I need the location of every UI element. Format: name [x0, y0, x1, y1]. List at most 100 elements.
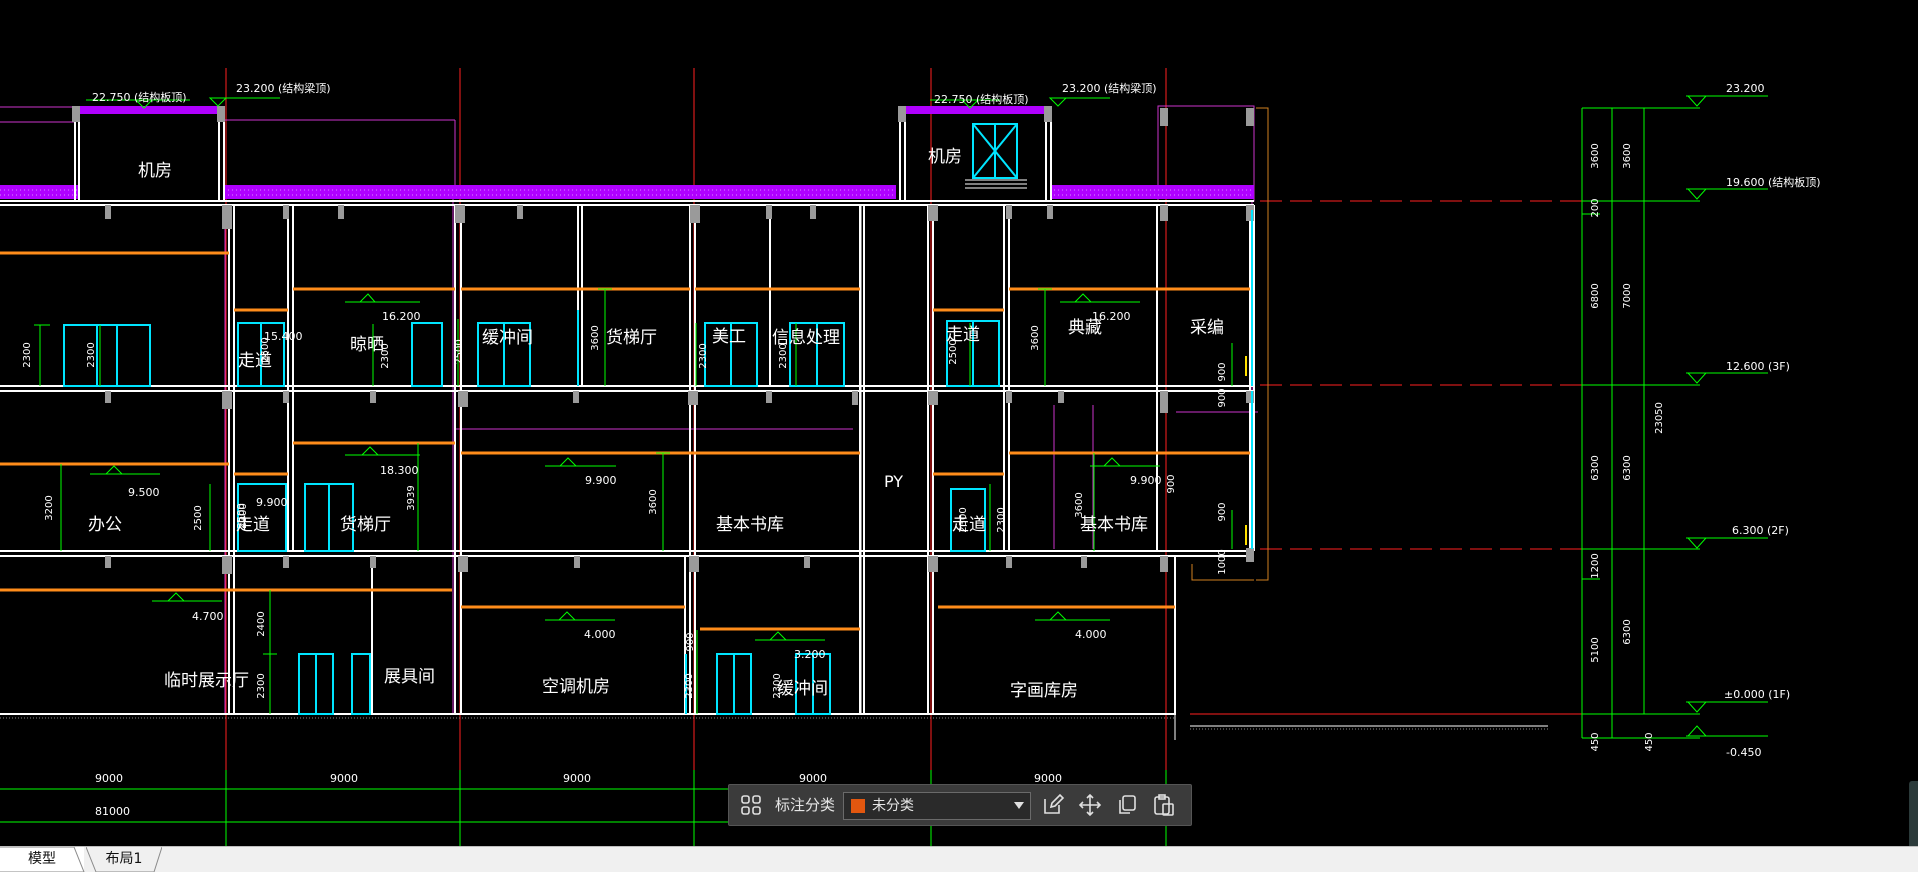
right-dimension: 450	[1590, 732, 1601, 751]
right-dimension: 6800	[1590, 283, 1601, 308]
right-dimension: 3600	[1622, 143, 1633, 168]
inner-dimension: 3600	[1074, 492, 1085, 517]
tab-model[interactable]: 模型	[0, 847, 85, 872]
spot-level-label: 9.500	[128, 486, 160, 499]
inner-dimension: 3600	[648, 489, 659, 514]
right-dimension: 7000	[1622, 283, 1633, 308]
inner-dimension: 2300	[772, 673, 783, 698]
roof-slab	[0, 106, 1254, 199]
right-dimension: 3600	[1590, 143, 1601, 168]
inner-dimension: 900	[1217, 502, 1228, 521]
room-label: 美工	[712, 327, 746, 347]
total-height-dimension: 23050	[1654, 402, 1665, 434]
room-label: 基本书库	[1080, 515, 1148, 535]
inner-dimension: 2300	[778, 343, 789, 368]
ground-hatch	[0, 717, 1548, 730]
exterior-edge	[1191, 107, 1269, 581]
spot-level-label: 9.900	[1130, 474, 1162, 487]
inner-dimension: 2500	[454, 339, 465, 364]
inner-dimension: 2500	[948, 339, 959, 364]
tab-layout1-label: 布局1	[105, 851, 143, 867]
drawing-canvas[interactable]: 22.750 (结构板顶) 23.200 (结构梁顶) 22.750 (结构板顶) 2…	[0, 0, 1918, 846]
inner-dimension: 2300	[22, 342, 33, 367]
inner-dimension: 2400	[256, 611, 267, 636]
inner-dimension: 2300	[256, 673, 267, 698]
section-drawing: 22.750 (结构板顶) 23.200 (结构梁顶) 22.750 (结构板顶) 2…	[0, 68, 1821, 846]
room-label: 机房	[928, 147, 962, 167]
inner-dimension: 3200	[44, 495, 55, 520]
spot-level-label: 16.200	[382, 310, 421, 323]
top-level-label: 23.200 (结构梁顶)	[1062, 81, 1157, 95]
right-dimension: 200	[1590, 198, 1601, 217]
category-color-swatch	[851, 799, 865, 813]
room-label: 晾晒	[350, 335, 384, 355]
right-dimension: 6300	[1622, 455, 1633, 480]
bay-dimension: 9000	[330, 772, 358, 785]
spot-level-label: 16.200	[1092, 310, 1131, 323]
spot-level-label: 4.000	[1075, 628, 1107, 641]
paste-icon[interactable]	[1150, 791, 1178, 819]
level-axis-lines	[1260, 200, 1660, 550]
right-dimension: 6300	[1622, 619, 1633, 644]
room-label: PY	[884, 472, 903, 491]
inner-dimension: 900	[1217, 362, 1228, 381]
right-dimension: 6300	[1590, 455, 1601, 480]
copy-icon[interactable]	[1113, 791, 1141, 819]
spot-level-label: 18.300	[380, 464, 419, 477]
inner-dimension: 900	[1166, 474, 1177, 493]
edit-icon[interactable]	[1039, 791, 1067, 819]
scroll-handle[interactable]	[1909, 781, 1918, 851]
level-label: 23.200	[1726, 82, 1765, 95]
room-label: 货梯厅	[340, 515, 391, 535]
level-label: -0.450	[1726, 746, 1761, 759]
inner-dimension: 2500	[236, 503, 247, 528]
doors	[63, 123, 1253, 715]
bay-dimension: 9000	[95, 772, 123, 785]
annotation-category-value: 未分类	[872, 798, 914, 814]
right-dimension: 450	[1644, 732, 1655, 751]
inner-dimension: 2300	[958, 507, 969, 532]
orange-beams	[0, 251, 1250, 631]
top-level-label: 22.750 (结构板顶)	[92, 90, 187, 104]
grid-icon[interactable]	[737, 791, 765, 819]
bay-dimension: 9000	[563, 772, 591, 785]
stair	[965, 179, 1027, 189]
right-dimension: 5100	[1590, 637, 1601, 662]
level-label: ±0.000 (1F)	[1724, 688, 1790, 701]
tab-model-label: 模型	[28, 851, 56, 867]
inner-dimension: 3600	[590, 325, 601, 350]
inner-dimension: 2300	[996, 507, 1007, 532]
spot-level-label: 4.700	[192, 610, 224, 623]
annotation-category-label: 标注分类	[775, 796, 836, 814]
inner-dimension: 900	[685, 632, 696, 651]
room-label: 展具间	[384, 667, 435, 687]
inner-dimension: 1000	[1217, 549, 1228, 574]
level-label: 12.600 (3F)	[1726, 360, 1790, 373]
top-level-label: 22.750 (结构板顶)	[934, 92, 1029, 106]
right-dimension: 1200	[1590, 553, 1601, 578]
level-label: 6.300 (2F)	[1732, 524, 1789, 537]
inner-dimension: 2300	[86, 342, 97, 367]
chevron-down-icon	[1014, 802, 1024, 809]
spot-level-label: 3.200	[794, 648, 826, 661]
room-label: 办公	[88, 515, 122, 535]
room-label: 空调机房	[542, 677, 610, 697]
room-label: 基本书库	[716, 515, 784, 535]
level-label: 19.600 (结构板顶)	[1726, 175, 1821, 189]
room-label: 缓冲间	[482, 328, 533, 348]
annotation-category-select[interactable]: 未分类	[843, 792, 1031, 820]
room-label: 货梯厅	[606, 328, 657, 348]
spot-level-label: 4.000	[584, 628, 616, 641]
spot-level-label: 9.900	[256, 496, 288, 509]
tab-layout1[interactable]: 布局1	[86, 847, 162, 872]
spot-level-label: 9.900	[585, 474, 617, 487]
room-label: 字画库房	[1010, 681, 1078, 701]
inner-dimension: 2300	[698, 343, 709, 368]
room-label: 采编	[1190, 318, 1224, 338]
layout-tabs-bar: 模型 布局1	[0, 846, 1918, 872]
inner-dimension: 2300	[380, 343, 391, 368]
inner-dimension: 2500	[193, 505, 204, 530]
inner-dimension: 900	[1217, 388, 1228, 407]
room-label: 机房	[138, 161, 172, 181]
move-icon[interactable]	[1076, 791, 1104, 819]
